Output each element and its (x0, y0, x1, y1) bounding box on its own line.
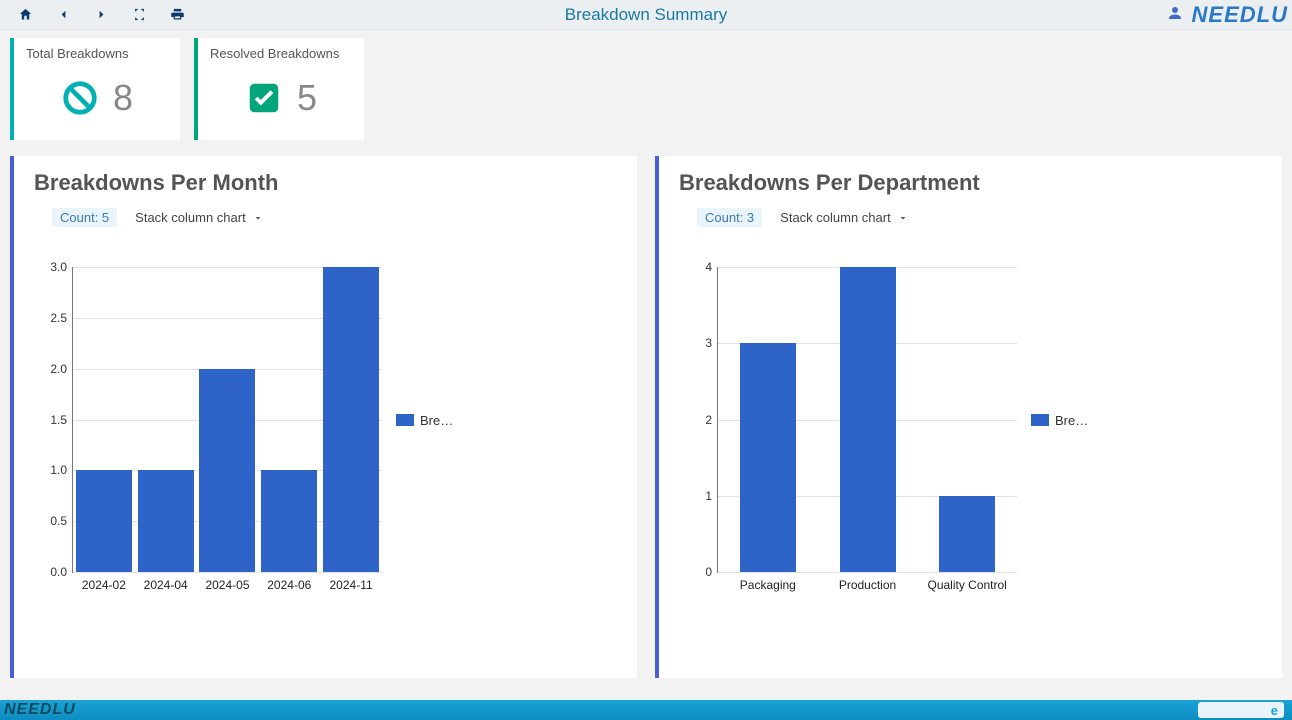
kpi-total-breakdowns: Total Breakdowns 8 (10, 38, 180, 140)
y-tick-label: 2 (705, 413, 718, 427)
x-tick-label: 2024-06 (267, 578, 311, 592)
bar[interactable] (261, 470, 317, 572)
y-tick-label: 2.0 (50, 362, 73, 376)
chevron-left-icon (56, 7, 71, 22)
panel-title: Breakdowns Per Department (679, 170, 1262, 196)
chart-legend: Bre… (1031, 267, 1101, 573)
y-tick-label: 3 (705, 336, 718, 350)
print-button[interactable] (158, 0, 196, 30)
legend-label: Bre… (1055, 413, 1088, 428)
footer-bar: NEEDLU e (0, 700, 1292, 720)
kpi-value: 5 (297, 77, 317, 119)
chart-type-label: Stack column chart (135, 210, 246, 225)
x-tick-label: Quality Control (927, 578, 1006, 592)
bar[interactable] (939, 496, 995, 572)
y-tick-label: 0 (705, 565, 718, 579)
y-tick-label: 3.0 (50, 260, 73, 274)
panel-breakdowns-per-month: Breakdowns Per Month Count: 5 Stack colu… (10, 156, 637, 678)
panels-row: Breakdowns Per Month Count: 5 Stack colu… (0, 148, 1292, 678)
globe-icon: e (1271, 703, 1278, 718)
y-tick-label: 1 (705, 489, 718, 503)
kpi-label: Total Breakdowns (26, 46, 168, 61)
print-icon (170, 7, 185, 22)
x-tick-label: Packaging (740, 578, 796, 592)
brand-logo: NEEDLU (1192, 2, 1288, 28)
bar[interactable] (76, 470, 132, 572)
footer-brand: NEEDLU (0, 701, 76, 718)
kpi-value: 8 (113, 77, 133, 119)
y-tick-label: 1.0 (50, 463, 73, 477)
top-toolbar: Breakdown Summary NEEDLU (0, 0, 1292, 30)
home-icon (18, 7, 33, 22)
chevron-down-icon (252, 212, 264, 224)
y-tick-label: 1.5 (50, 413, 73, 427)
bar[interactable] (740, 343, 796, 572)
count-badge: Count: 5 (52, 208, 117, 227)
bar[interactable] (323, 267, 379, 572)
home-button[interactable] (6, 0, 44, 30)
x-tick-label: 2024-05 (205, 578, 249, 592)
user-button[interactable] (1166, 4, 1184, 27)
bar[interactable] (199, 369, 255, 572)
kpi-row: Total Breakdowns 8 Resolved Breakdowns 5 (0, 30, 1292, 148)
chevron-right-icon (94, 7, 109, 22)
ban-icon (61, 79, 99, 117)
chart-type-selector[interactable]: Stack column chart (780, 210, 909, 225)
y-tick-label: 0.0 (50, 565, 73, 579)
x-tick-label: 2024-04 (144, 578, 188, 592)
nav-back-button[interactable] (44, 0, 82, 30)
x-tick-label: Production (839, 578, 896, 592)
footer-widget[interactable]: e (1198, 702, 1284, 718)
legend-swatch (1031, 414, 1049, 426)
bar[interactable] (138, 470, 194, 572)
legend-swatch (396, 414, 414, 426)
count-badge: Count: 3 (697, 208, 762, 227)
chart-dept: 01234PackagingProductionQuality Control (679, 267, 1017, 573)
kpi-label: Resolved Breakdowns (210, 46, 352, 61)
chart-type-selector[interactable]: Stack column chart (135, 210, 264, 225)
chart-month: 0.00.51.01.52.02.53.02024-022024-042024-… (34, 267, 382, 573)
user-icon (1166, 4, 1184, 22)
bar[interactable] (840, 267, 896, 572)
fullscreen-button[interactable] (120, 0, 158, 30)
panel-breakdowns-per-department: Breakdowns Per Department Count: 3 Stack… (655, 156, 1282, 678)
fullscreen-exit-icon (132, 7, 147, 22)
y-tick-label: 2.5 (50, 311, 73, 325)
x-tick-label: 2024-11 (330, 578, 373, 592)
check-square-icon (245, 79, 283, 117)
chart-legend: Bre… (396, 267, 466, 573)
chart-type-label: Stack column chart (780, 210, 891, 225)
panel-title: Breakdowns Per Month (34, 170, 617, 196)
y-tick-label: 4 (705, 260, 718, 274)
x-tick-label: 2024-02 (82, 578, 126, 592)
chevron-down-icon (897, 212, 909, 224)
nav-forward-button[interactable] (82, 0, 120, 30)
legend-label: Bre… (420, 413, 453, 428)
kpi-resolved-breakdowns: Resolved Breakdowns 5 (194, 38, 364, 140)
y-tick-label: 0.5 (50, 514, 73, 528)
